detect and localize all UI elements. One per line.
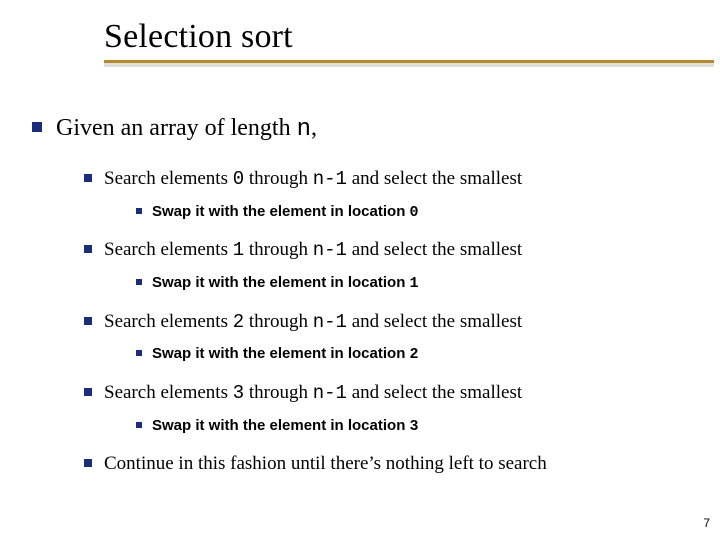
text-fragment: through: [244, 168, 313, 189]
square-bullet-icon: [84, 388, 92, 396]
title-underline-shadow: [104, 63, 714, 67]
square-bullet-icon: [136, 350, 142, 356]
square-bullet-icon: [136, 208, 142, 214]
text-fragment: Search elements: [104, 168, 233, 189]
bullet-level2: Continue in this fashion until there’s n…: [84, 452, 688, 476]
code-fragment: 0: [410, 204, 419, 221]
code-fragment: n-1: [313, 239, 347, 261]
text-fragment: and select the smallest: [347, 239, 522, 260]
code-fragment: n-1: [313, 382, 347, 404]
text-fragment: through: [244, 382, 313, 403]
square-bullet-icon: [32, 122, 42, 132]
bullet-text: Search elements 0 through n-1 and select…: [104, 167, 522, 192]
bullet-level2: Search elements 1 through n-1 and select…: [84, 238, 688, 263]
slide: Selection sort Given an array of length …: [0, 0, 720, 540]
code-fragment: 2: [233, 311, 244, 333]
text-fragment: and select the smallest: [347, 311, 522, 332]
text-fragment: ,: [311, 115, 317, 141]
code-fragment: 1: [410, 275, 419, 292]
code-fragment: 3: [410, 418, 419, 435]
text-fragment: and select the smallest: [347, 168, 522, 189]
code-fragment: n: [297, 116, 311, 143]
bullet-text: Swap it with the element in location 3: [152, 416, 419, 437]
square-bullet-icon: [84, 174, 92, 182]
bullet-text: Search elements 1 through n-1 and select…: [104, 238, 522, 263]
square-bullet-icon: [84, 245, 92, 253]
bullet-level2: Search elements 3 through n-1 and select…: [84, 381, 688, 406]
bullet-level3: Swap it with the element in location 3: [136, 416, 688, 437]
bullet-level3: Swap it with the element in location 0: [136, 202, 688, 223]
bullet-text: Search elements 2 through n-1 and select…: [104, 310, 522, 335]
text-fragment: Swap it with the element in location: [152, 203, 410, 220]
code-fragment: 1: [233, 239, 244, 261]
bullet-text: Swap it with the element in location 2: [152, 344, 419, 365]
bullet-text: Swap it with the element in location 1: [152, 273, 419, 294]
text-fragment: Search elements: [104, 382, 233, 403]
square-bullet-icon: [84, 459, 92, 467]
text-fragment: Given an array of length: [56, 115, 297, 141]
bullet-text: Continue in this fashion until there’s n…: [104, 452, 547, 476]
bullet-level2: Search elements 2 through n-1 and select…: [84, 310, 688, 335]
text-fragment: Swap it with the element in location: [152, 417, 410, 434]
text-fragment: and select the smallest: [347, 382, 522, 403]
bullet-level1: Given an array of length n,: [32, 113, 688, 145]
bullet-text: Search elements 3 through n-1 and select…: [104, 381, 522, 406]
bullet-text: Swap it with the element in location 0: [152, 202, 419, 223]
bullet-level2: Search elements 0 through n-1 and select…: [84, 167, 688, 192]
slide-body: Given an array of length n, Search eleme…: [32, 113, 688, 476]
square-bullet-icon: [84, 317, 92, 325]
text-fragment: Swap it with the element in location: [152, 345, 410, 362]
title-block: Selection sort: [104, 18, 688, 67]
text-fragment: through: [244, 311, 313, 332]
text-fragment: Swap it with the element in location: [152, 274, 410, 291]
text-fragment: Search elements: [104, 239, 233, 260]
square-bullet-icon: [136, 422, 142, 428]
bullet-text: Given an array of length n,: [56, 113, 317, 145]
square-bullet-icon: [136, 279, 142, 285]
code-fragment: n-1: [313, 168, 347, 190]
text-fragment: through: [244, 239, 313, 260]
code-fragment: n-1: [313, 311, 347, 333]
bullet-level3: Swap it with the element in location 2: [136, 344, 688, 365]
code-fragment: 2: [410, 346, 419, 363]
text-fragment: Search elements: [104, 311, 233, 332]
bullet-level3: Swap it with the element in location 1: [136, 273, 688, 294]
page-number: 7: [703, 516, 710, 530]
code-fragment: 0: [233, 168, 244, 190]
code-fragment: 3: [233, 382, 244, 404]
slide-title: Selection sort: [104, 18, 688, 56]
